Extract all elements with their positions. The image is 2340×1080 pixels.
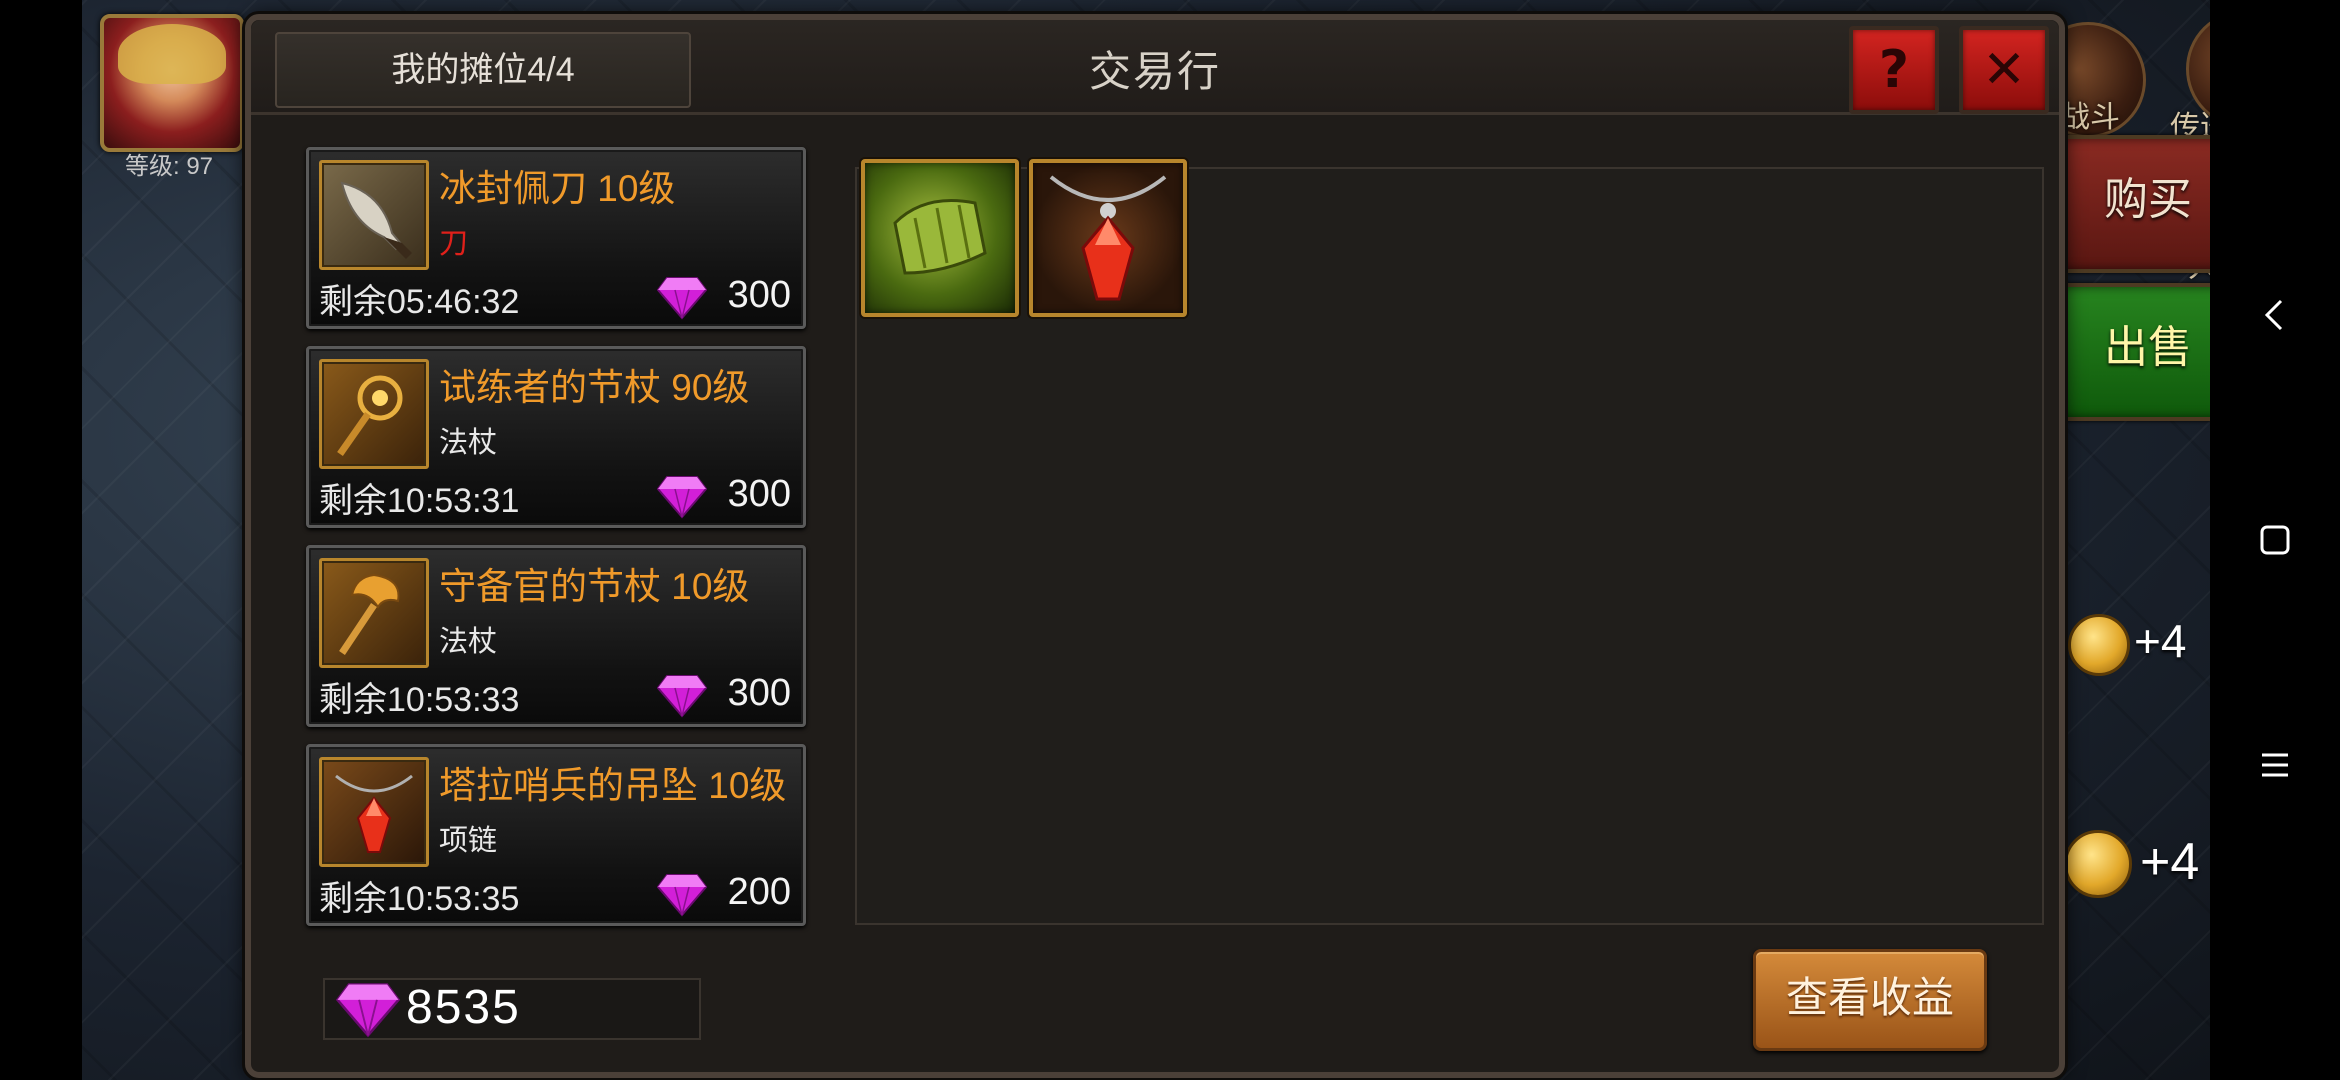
listing-time-left: 剩余10:53:31 (319, 482, 520, 520)
listing-type: 刀 (439, 228, 469, 260)
listing-type: 法杖 (439, 626, 498, 658)
listing-time-left: 剩余10:53:33 (319, 681, 520, 719)
listing-price: 300 (727, 473, 791, 515)
menu-icon[interactable] (2255, 745, 2295, 785)
system-nav-bar (2210, 0, 2340, 1080)
sword-icon (319, 160, 429, 270)
back-icon[interactable] (2255, 295, 2295, 335)
inventory-slot[interactable] (1029, 159, 1187, 317)
listing-price: 300 (727, 274, 791, 316)
battle-hud-label: 战斗 (2060, 101, 2120, 134)
panel-title: 交易行 (1088, 48, 1221, 95)
help-button[interactable]: ? (1849, 26, 1939, 114)
gem-icon (335, 983, 401, 1038)
listing-item[interactable]: 守备官的节杖 10级 法杖 剩余10:53:33 300 (306, 545, 806, 727)
skull-coin-icon[interactable] (2064, 830, 2132, 898)
gem-balance: 8535 (406, 981, 521, 1034)
reward-count: +4 (2140, 833, 2200, 891)
gem-icon (657, 874, 707, 917)
home-icon[interactable] (2255, 520, 2295, 560)
pendant-icon (319, 757, 429, 867)
listing-item[interactable]: 塔拉哨兵的吊坠 10级 项链 剩余10:53:35 200 (306, 744, 806, 926)
listing-price: 200 (727, 871, 791, 913)
skull-coin-icon[interactable] (2068, 614, 2130, 676)
listing-name: 冰封佩刀 10级 (439, 168, 676, 209)
listing-type: 项链 (439, 825, 498, 857)
pendant-icon (1049, 175, 1167, 301)
screen-left-edge (0, 0, 82, 1080)
trade-panel: 我的摊位4/4 交易行 ? ✕ 冰封佩刀 10级 刀 剩余05:46:32 30… (245, 14, 2065, 1078)
listing-price: 300 (727, 672, 791, 714)
view-earnings-button[interactable]: 查看收益 (1753, 949, 1987, 1051)
listing-type: 法杖 (439, 427, 498, 459)
scepter-icon (319, 558, 429, 668)
listing-name: 守备官的节杖 10级 (439, 566, 750, 607)
avatar-portrait (118, 24, 226, 84)
gem-icon (657, 675, 707, 718)
listing-name: 塔拉哨兵的吊坠 10级 (439, 765, 787, 806)
gem-icon (657, 476, 707, 519)
listing-item[interactable]: 冰封佩刀 10级 刀 剩余05:46:32 300 (306, 147, 806, 329)
listing-name: 试练者的节杖 90级 (439, 367, 750, 408)
player-avatar[interactable] (100, 14, 244, 152)
listing-item[interactable]: 试练者的节杖 90级 法杖 剩余10:53:31 300 (306, 346, 806, 528)
player-level: 等级: 97 (124, 153, 214, 180)
panel-header: 我的摊位4/4 交易行 ? ✕ (251, 20, 2059, 115)
bracer-icon (893, 199, 987, 275)
listing-time-left: 剩余10:53:35 (319, 880, 520, 918)
gem-icon (657, 277, 707, 320)
close-button[interactable]: ✕ (1959, 26, 2049, 114)
inventory-slot[interactable] (861, 159, 1019, 317)
reward-count: +4 (2134, 615, 2187, 667)
listing-time-left: 剩余05:46:32 (319, 283, 520, 321)
staff-icon (319, 359, 429, 469)
